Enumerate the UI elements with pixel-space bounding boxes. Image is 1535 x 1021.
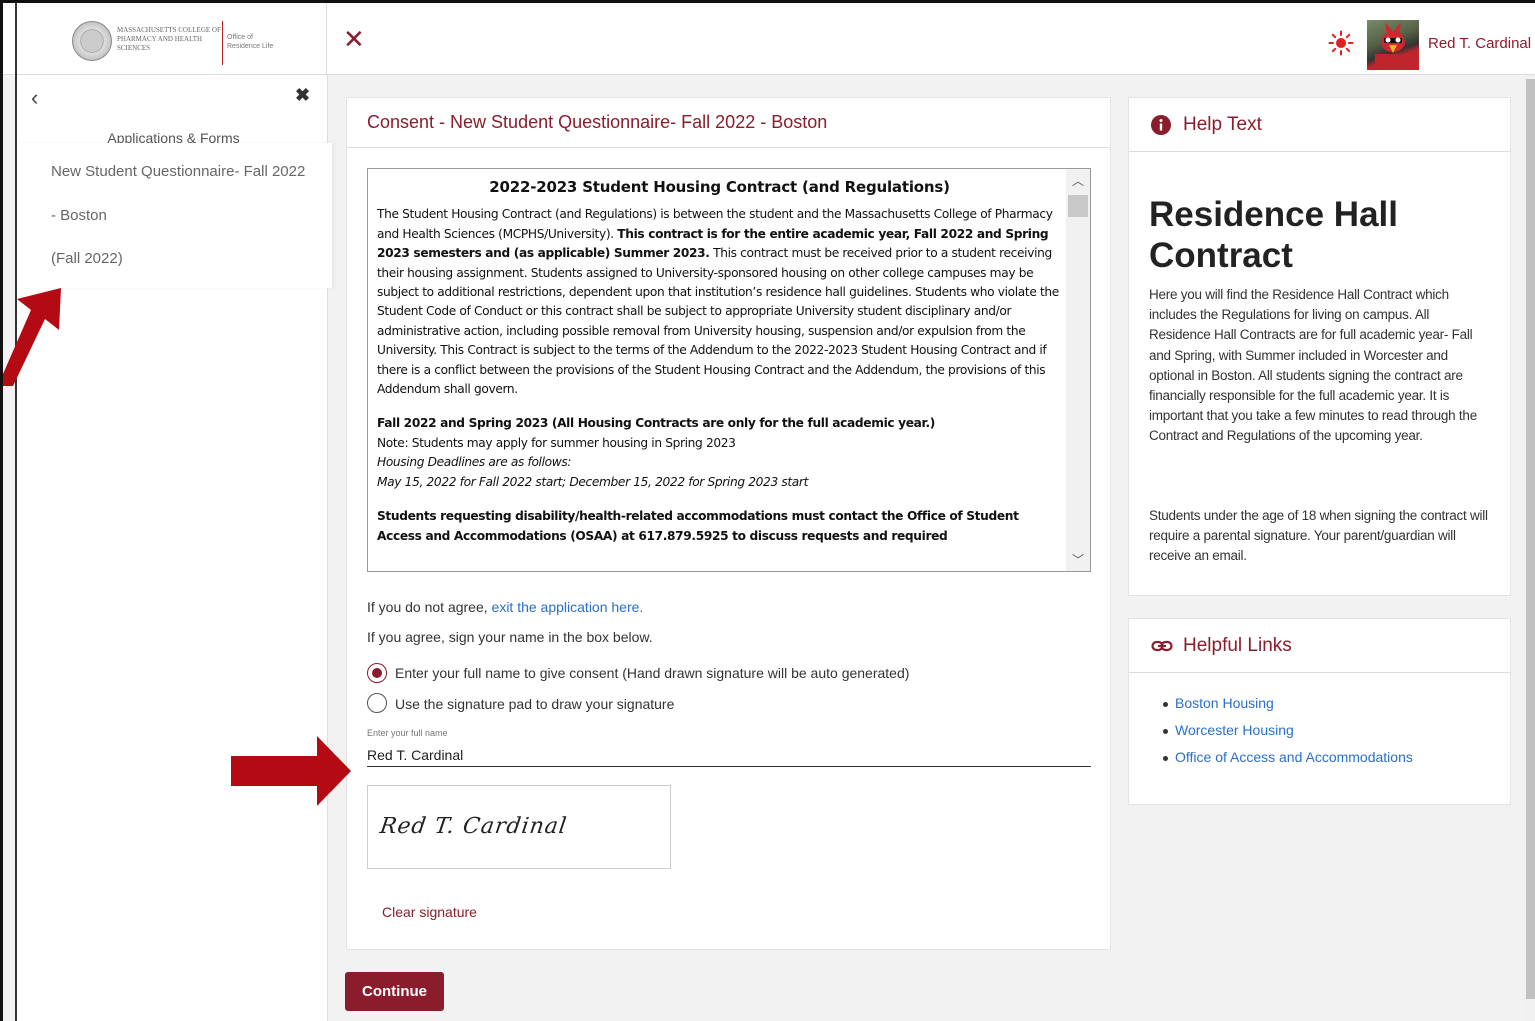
- user-name[interactable]: Red T. Cardinal: [1428, 35, 1531, 52]
- exit-application-link[interactable]: exit the application here.: [492, 599, 644, 615]
- link-icon: [1151, 640, 1173, 652]
- radio-enter-name[interactable]: [367, 663, 387, 683]
- helpful-links-list: Boston Housing Worcester Housing Office …: [1163, 695, 1413, 776]
- help-big-heading: Residence Hall Contract: [1149, 195, 1398, 275]
- disagree-prefix: If you do not agree,: [367, 599, 492, 615]
- contract-bold-span: Students requesting disability/health-re…: [377, 509, 1019, 543]
- sidebar-item-line: New Student Questionnaire- Fall 2022: [51, 163, 306, 180]
- full-name-label: Enter your full name: [367, 728, 448, 738]
- scrollbar-thumb[interactable]: [1068, 195, 1088, 217]
- college-logo: Massachusetts College of Pharmacy and He…: [15, 3, 327, 75]
- help-text-card: Help Text Residence Hall Contract Here y…: [1128, 97, 1511, 596]
- logo-office-name: Office of Residence Life: [227, 34, 274, 50]
- helpful-links-title: Helpful Links: [1183, 635, 1292, 656]
- contract-paragraph: The Student Housing Contract (and Regula…: [377, 205, 1062, 399]
- helpful-links-card: Helpful Links Boston Housing Worcester H…: [1128, 618, 1511, 805]
- info-icon: [1151, 115, 1171, 135]
- scroll-up-chevron-icon[interactable]: ︿: [1072, 172, 1084, 189]
- radio-enter-name-label[interactable]: Enter your full name to give consent (Ha…: [395, 665, 909, 681]
- contract-deadlines: May 15, 2022 for Fall 2022 start; Decemb…: [377, 474, 809, 489]
- close-icon[interactable]: ✕: [343, 25, 365, 53]
- college-seal-icon: [72, 21, 112, 61]
- radio-signature-pad-label[interactable]: Use the signature pad to draw your signa…: [395, 696, 674, 712]
- continue-button[interactable]: Continue: [345, 972, 444, 1011]
- contract-note: Note: Students may apply for summer hous…: [377, 435, 736, 450]
- link-worcester-housing[interactable]: Worcester Housing: [1163, 722, 1413, 738]
- contract-bold-span: Fall 2022 and Spring 2023 (All Housing C…: [377, 416, 935, 431]
- help-text-title: Help Text: [1183, 114, 1262, 135]
- sidebar-item-line: - Boston: [51, 207, 107, 224]
- page-scrollbar-thumb[interactable]: [1526, 79, 1535, 999]
- contract-heading: 2022-2023 Student Housing Contract (and …: [489, 178, 950, 196]
- contract-scroll-box[interactable]: 2022-2023 Student Housing Contract (and …: [367, 168, 1091, 572]
- contract-paragraph: Students requesting disability/health-re…: [377, 507, 1062, 546]
- signature-pad[interactable]: Red T. Cardinal: [367, 785, 671, 869]
- divider: [347, 147, 1110, 148]
- sidebar-back-chevron-icon[interactable]: ‹: [31, 85, 38, 111]
- help-text-header: Help Text: [1129, 98, 1510, 152]
- scroll-down-chevron-icon[interactable]: ﹀: [1072, 551, 1084, 568]
- contract-deadlines-label: Housing Deadlines are as follows:: [377, 455, 572, 470]
- disagree-text: If you do not agree, exit the applicatio…: [367, 599, 643, 615]
- app-window: Massachusetts College of Pharmacy and He…: [0, 0, 1535, 1021]
- link-boston-housing[interactable]: Boston Housing: [1163, 695, 1413, 711]
- contract-text-span: This contract must be received prior to …: [377, 246, 1059, 397]
- cardinal-mascot-icon: [1375, 22, 1411, 70]
- contract-scrollbar[interactable]: ︿ ﹀: [1066, 169, 1090, 571]
- logo-college-name: Massachusetts College of Pharmacy and He…: [117, 26, 221, 52]
- sidebar-item-new-student-questionnaire[interactable]: New Student Questionnaire- Fall 2022 - B…: [17, 143, 332, 288]
- user-avatar[interactable]: [1367, 20, 1419, 70]
- annotation-arrow-sidebar-icon: [3, 288, 61, 386]
- sidebar-item-line: (Fall 2022): [51, 250, 123, 267]
- clear-signature-link[interactable]: Clear signature: [382, 904, 477, 920]
- consent-card: Consent - New Student Questionnaire- Fal…: [346, 97, 1111, 950]
- help-paragraph: Here you will find the Residence Hall Co…: [1149, 287, 1477, 444]
- annotation-arrow-name-field-icon: [231, 736, 351, 806]
- contract-text: 2022-2023 Student Housing Contract (and …: [377, 178, 1062, 561]
- page-scrollbar[interactable]: [1524, 75, 1535, 1021]
- agree-instructions: If you agree, sign your name in the box …: [367, 629, 653, 645]
- helpful-links-header: Helpful Links: [1129, 619, 1510, 673]
- theme-toggle-sun-icon[interactable]: [1328, 30, 1354, 56]
- page-title: Consent - New Student Questionnaire- Fal…: [367, 112, 828, 132]
- generated-signature: Red T. Cardinal: [378, 814, 569, 839]
- full-name-input[interactable]: [367, 743, 1091, 767]
- sidebar-close-icon[interactable]: ✖: [295, 85, 310, 106]
- logo-divider: [222, 21, 223, 65]
- radio-signature-pad[interactable]: [367, 693, 387, 713]
- top-bar: Massachusetts College of Pharmacy and He…: [3, 3, 1535, 75]
- sidebar: ‹ ✖ Applications & Forms New Student Que…: [15, 75, 332, 1021]
- help-paragraph: Students under the age of 18 when signin…: [1149, 508, 1488, 564]
- link-office-of-access[interactable]: Office of Access and Accommodations: [1163, 749, 1413, 765]
- contract-paragraph: Fall 2022 and Spring 2023 (All Housing C…: [377, 414, 1062, 492]
